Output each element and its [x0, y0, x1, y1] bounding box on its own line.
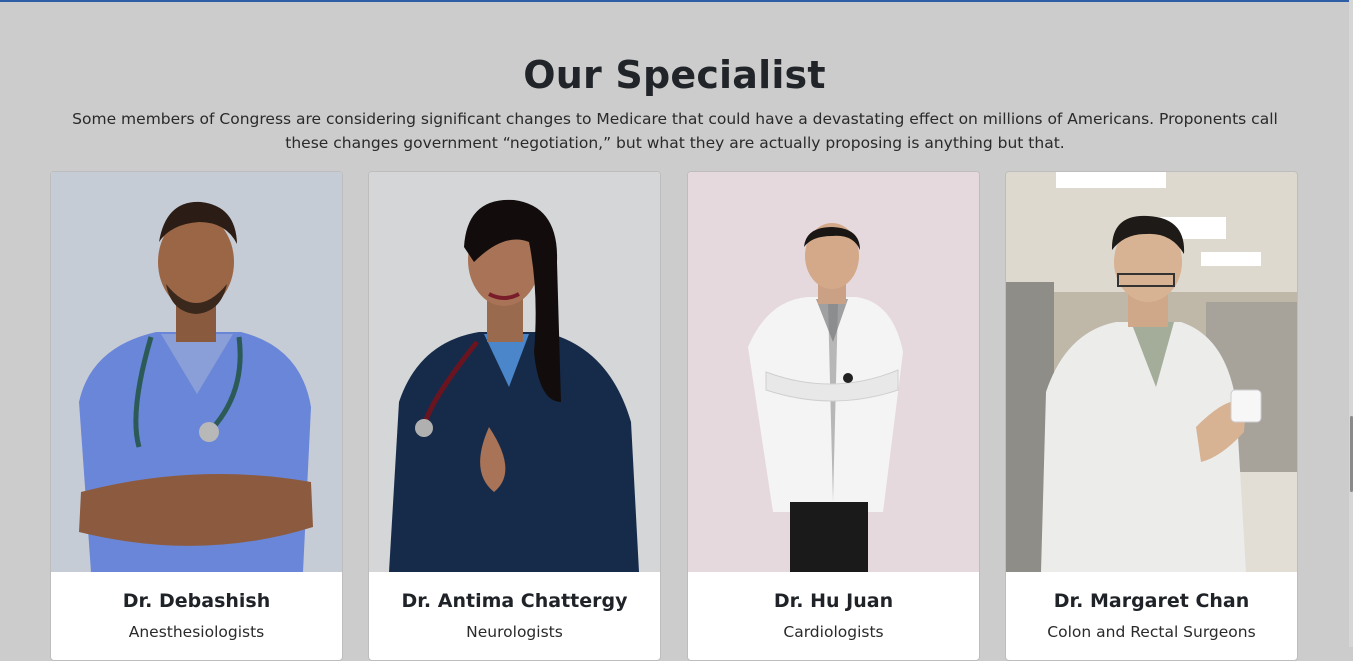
specialist-name[interactable]: Dr. Debashish	[51, 590, 342, 612]
specialist-specialty: Anesthesiologists	[128, 623, 265, 641]
specialist-card[interactable]: Dr. Debashish Anesthesiologists	[50, 171, 343, 661]
specialist-card[interactable]: Dr. Hu Juan Cardiologists	[687, 171, 980, 661]
section-description: Some members of Congress are considering…	[72, 110, 1278, 152]
doctor-navy-scrubs-photo	[369, 172, 660, 572]
doctor-blue-scrubs-photo	[51, 172, 342, 572]
specialist-name[interactable]: Dr. Antima Chattergy	[369, 590, 660, 612]
specialist-name[interactable]: Dr. Hu Juan	[688, 590, 979, 612]
specialist-name[interactable]: Dr. Margaret Chan	[1006, 590, 1297, 612]
specialist-specialty: Colon and Rectal Surgeons	[1047, 623, 1256, 641]
specialist-photo	[51, 172, 342, 572]
specialist-card[interactable]: Dr. Antima Chattergy Neurologists	[368, 171, 661, 661]
specialist-specialty: Neurologists	[466, 623, 563, 641]
specialist-photo	[1006, 172, 1297, 572]
page-scrollbar[interactable]	[1349, 0, 1353, 647]
specialist-photo	[688, 172, 979, 572]
specialists-section: Our Specialist Some members of Congress …	[0, 0, 1349, 661]
doctor-white-coat-photo	[688, 172, 979, 572]
doctor-pharmacy-photo	[1006, 172, 1297, 572]
section-title: Our Specialist	[523, 53, 826, 97]
specialist-photo	[369, 172, 660, 572]
specialist-card[interactable]: Dr. Margaret Chan Colon and Rectal Surge…	[1005, 171, 1298, 661]
specialist-specialty: Cardiologists	[783, 623, 884, 641]
